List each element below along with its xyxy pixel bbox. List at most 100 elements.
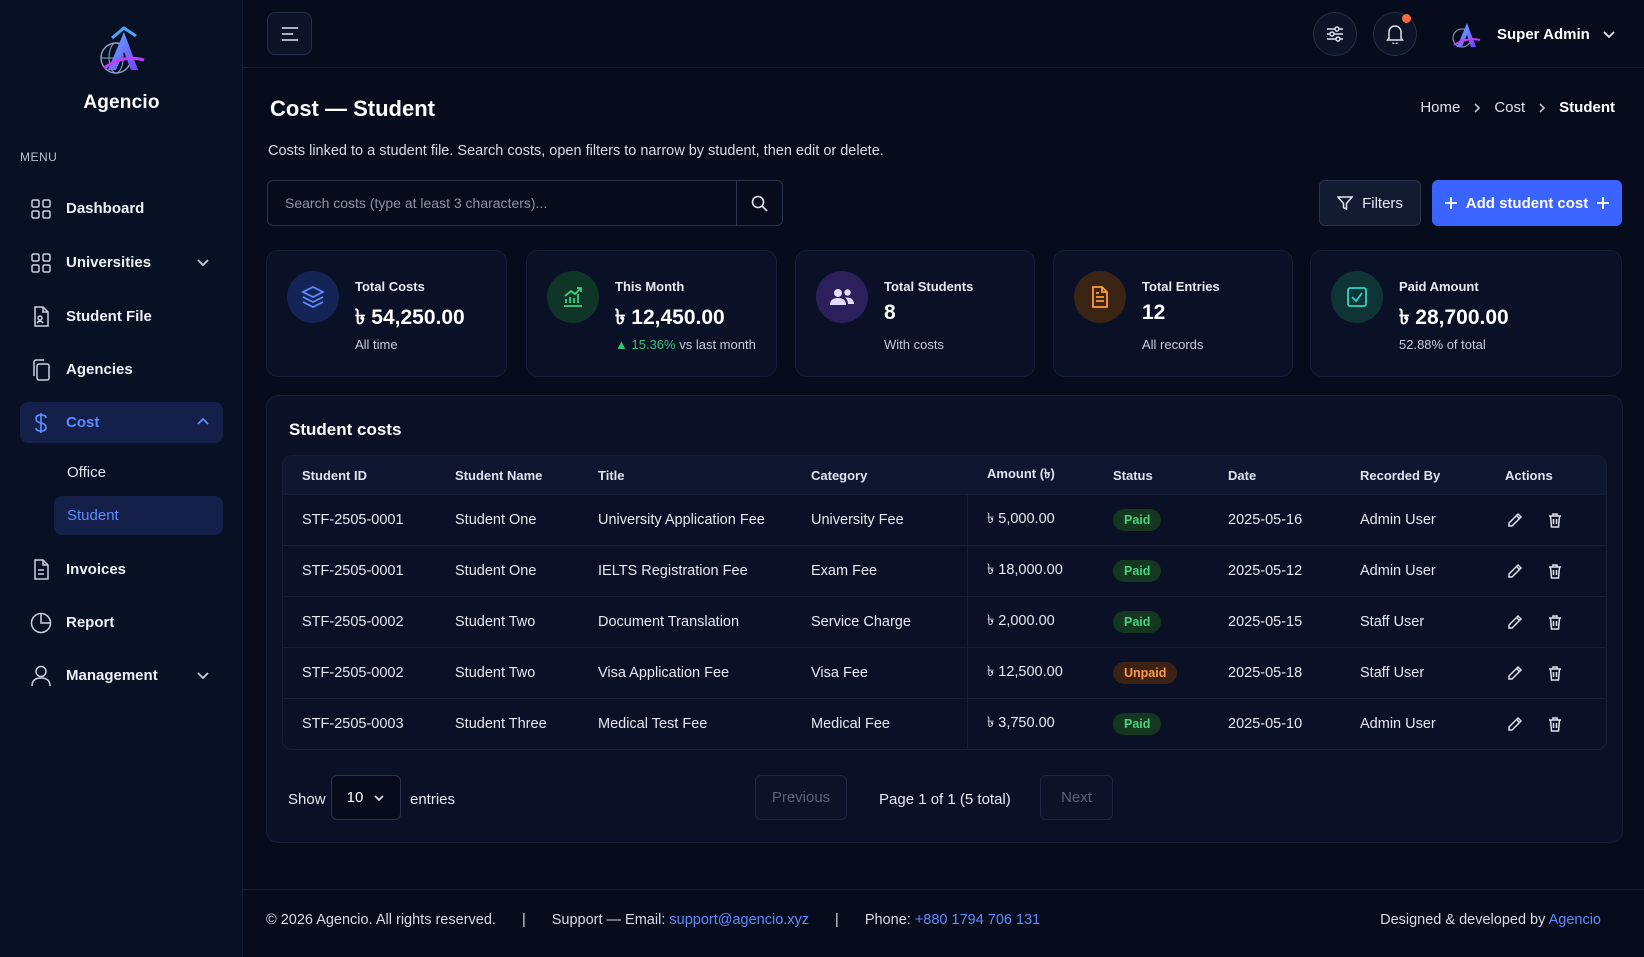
settings-button[interactable] bbox=[1313, 12, 1357, 56]
sidebar-toggle-button[interactable] bbox=[267, 12, 312, 55]
previous-button[interactable]: Previous bbox=[755, 775, 847, 820]
filters-button[interactable]: Filters bbox=[1319, 180, 1421, 226]
delete-icon[interactable] bbox=[1545, 714, 1565, 734]
breadcrumb-cost[interactable]: Cost bbox=[1494, 99, 1525, 116]
sidebar-item-label: Management bbox=[66, 667, 158, 684]
stat-note: ▲ 15.36% vs last month bbox=[615, 337, 756, 352]
student-costs-table: Student ID Student Name Title Category A… bbox=[282, 455, 1607, 750]
sidebar-item-management[interactable]: Management bbox=[20, 655, 223, 696]
sidebar-item-label: Universities bbox=[66, 254, 152, 271]
sidebar-subitem-student[interactable]: Student bbox=[54, 496, 223, 535]
copy-icon bbox=[30, 358, 52, 381]
stat-label: Total Entries bbox=[1142, 279, 1220, 294]
sidebar-subitem-office[interactable]: Office bbox=[54, 453, 223, 492]
delete-icon[interactable] bbox=[1545, 510, 1565, 530]
table-body: STF-2505-0001 Student One University Appli… bbox=[283, 494, 1606, 749]
chevron-down-icon bbox=[1603, 31, 1615, 39]
actions-cell bbox=[1486, 561, 1606, 581]
sliders-icon bbox=[1327, 26, 1343, 42]
column-header[interactable]: Recorded By bbox=[1341, 468, 1486, 483]
sidebar-item-label: Invoices bbox=[66, 561, 127, 578]
student-id-cell: STF-2505-0002 bbox=[302, 665, 404, 681]
stat-card-total-costs: Total Costs ৳ 54,250.00 All time bbox=[266, 250, 507, 377]
edit-icon[interactable] bbox=[1505, 510, 1525, 530]
column-header[interactable]: Title bbox=[579, 468, 792, 483]
chevron-right-icon bbox=[1474, 102, 1481, 113]
dollar-icon bbox=[30, 412, 52, 434]
delete-icon[interactable] bbox=[1545, 612, 1565, 632]
amount-cell: ৳ 3,750.00 bbox=[967, 698, 1094, 749]
users-icon bbox=[816, 271, 868, 323]
status-badge: Paid bbox=[1113, 611, 1162, 633]
invoice-icon bbox=[30, 558, 52, 581]
credit-link[interactable]: Agencio bbox=[1549, 912, 1601, 928]
footer-divider: | bbox=[521, 912, 526, 928]
search-button[interactable] bbox=[736, 181, 782, 225]
stat-card-total-entries: Total Entries 12 All records bbox=[1053, 250, 1293, 377]
menu-icon bbox=[281, 26, 298, 41]
sidebar-item-student-file[interactable]: Student File bbox=[20, 296, 223, 337]
recorded-by-cell: Admin User bbox=[1360, 563, 1436, 579]
page-size-select[interactable]: 10 bbox=[331, 775, 401, 820]
trend-up-icon: ▲ bbox=[615, 337, 628, 352]
stat-label: Total Costs bbox=[355, 279, 425, 294]
support-email-link[interactable]: support@agencio.xyz bbox=[669, 912, 809, 928]
stat-trend: 15.36% bbox=[631, 337, 676, 352]
date-cell: 2025-05-15 bbox=[1228, 614, 1303, 630]
column-header[interactable]: Category bbox=[792, 468, 967, 483]
filters-label: Filters bbox=[1362, 194, 1403, 212]
page-title: Cost — Student bbox=[270, 96, 435, 121]
sidebar-item-universities[interactable]: Universities bbox=[20, 242, 223, 283]
stat-label: Paid Amount bbox=[1399, 279, 1479, 294]
sidebar-item-dashboard[interactable]: Dashboard bbox=[20, 188, 223, 229]
column-header[interactable]: Student ID bbox=[283, 468, 436, 483]
sidebar-item-agencies[interactable]: Agencies bbox=[20, 349, 223, 390]
plus-icon bbox=[1444, 197, 1457, 209]
grid-icon bbox=[30, 252, 52, 274]
breadcrumb-current: Student bbox=[1559, 99, 1615, 116]
search-input[interactable] bbox=[268, 181, 736, 225]
edit-icon[interactable] bbox=[1505, 714, 1525, 734]
page-info: Page 1 of 1 (5 total) bbox=[879, 791, 1011, 808]
user-name: Super Admin bbox=[1497, 25, 1590, 43]
table-title: Student costs bbox=[289, 420, 402, 439]
edit-icon[interactable] bbox=[1505, 561, 1525, 581]
chevron-down-icon bbox=[197, 672, 209, 680]
column-header[interactable]: Date bbox=[1209, 468, 1341, 483]
credit-text: Designed & developed by bbox=[1380, 912, 1546, 928]
sidebar-item-cost[interactable]: Cost bbox=[20, 402, 223, 443]
phone-label: Phone: bbox=[864, 912, 911, 928]
phone-link[interactable]: +880 1794 706 131 bbox=[915, 912, 1040, 928]
student-id-cell: STF-2505-0003 bbox=[302, 716, 404, 732]
sidebar-item-invoices[interactable]: Invoices bbox=[20, 549, 223, 590]
status-cell: Paid bbox=[1094, 611, 1209, 633]
delete-icon[interactable] bbox=[1545, 663, 1565, 683]
delete-icon[interactable] bbox=[1545, 561, 1565, 581]
sidebar-item-report[interactable]: Report bbox=[20, 602, 223, 643]
user-menu[interactable]: Super Admin bbox=[1449, 16, 1616, 52]
edit-icon[interactable] bbox=[1505, 612, 1525, 632]
sidebar: Agencio MENU Dashboard Universities Stud… bbox=[0, 0, 243, 957]
add-student-cost-button[interactable]: Add student cost bbox=[1432, 180, 1622, 226]
file-icon bbox=[30, 305, 52, 328]
page-size-value: 10 bbox=[346, 789, 364, 806]
table-header: Student ID Student Name Title Category A… bbox=[283, 456, 1606, 494]
amount-cell: ৳ 2,000.00 bbox=[967, 596, 1094, 648]
notifications-button[interactable] bbox=[1373, 12, 1417, 56]
edit-icon[interactable] bbox=[1505, 663, 1525, 683]
column-header[interactable]: Status bbox=[1094, 468, 1209, 483]
column-header[interactable]: Amount (৳) bbox=[967, 464, 1094, 486]
brand: Agencio bbox=[0, 24, 243, 114]
breadcrumb-home[interactable]: Home bbox=[1420, 99, 1460, 116]
next-button[interactable]: Next bbox=[1040, 775, 1113, 820]
layers-icon bbox=[287, 271, 339, 323]
document-icon bbox=[1074, 271, 1126, 323]
stat-note: With costs bbox=[884, 337, 944, 352]
title-cell: University Application Fee bbox=[598, 512, 765, 528]
student-name-cell: Student One bbox=[455, 512, 537, 528]
student-id-cell: STF-2505-0001 bbox=[302, 563, 404, 579]
status-badge: Paid bbox=[1113, 560, 1162, 582]
stat-label: This Month bbox=[615, 279, 685, 294]
footer: © 2026 Agencio. All rights reserved. | S… bbox=[243, 889, 1644, 957]
column-header[interactable]: Student Name bbox=[436, 468, 579, 483]
